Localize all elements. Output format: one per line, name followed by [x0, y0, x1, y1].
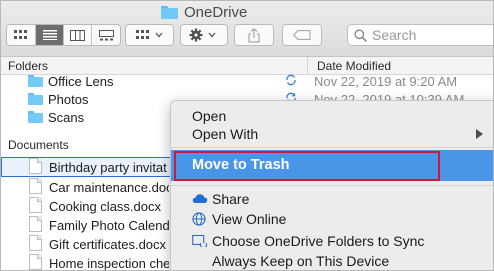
document-name: Cooking class.docx: [49, 199, 161, 214]
icon-grid-icon: [14, 30, 27, 39]
menu-separator: [171, 185, 493, 186]
menu-item-label: Always Keep on This Device: [212, 253, 390, 269]
menu-item-choose-folders[interactable]: Choose OneDrive Folders to Sync: [171, 231, 493, 251]
finder-window: OneDrive Search Folders Date Modified Of…: [0, 0, 494, 271]
menu-item-label: Choose OneDrive Folders to Sync: [212, 233, 425, 249]
group-by-dropdown[interactable]: [125, 24, 174, 46]
gallery-view-button[interactable]: [92, 25, 120, 45]
documents-section-title: Documents: [8, 138, 69, 152]
tags-button-group[interactable]: [282, 24, 322, 46]
menu-item-open-with[interactable]: Open With: [171, 124, 493, 144]
list-view-button[interactable]: [36, 25, 64, 45]
folder-date: Nov 22, 2019 at 9:20 AM: [314, 74, 458, 89]
document-row-selected[interactable]: Birthday party invitat: [1, 157, 171, 177]
folder-name: Office Lens: [48, 74, 114, 89]
sync-icon: [286, 74, 296, 86]
share-button-group[interactable]: [234, 24, 274, 46]
gallery-icon: [98, 29, 114, 40]
folder-icon: [28, 93, 43, 105]
folder-sync-icon: [192, 234, 207, 247]
group-by-button[interactable]: [126, 25, 173, 45]
context-menu: Open Open With Move to Trash Share View …: [170, 100, 493, 270]
action-dropdown[interactable]: [180, 24, 228, 46]
document-name: Birthday party invitat: [49, 160, 167, 175]
action-gear-button[interactable]: [181, 25, 227, 45]
document-icon: [29, 216, 42, 232]
search-field[interactable]: [347, 24, 493, 46]
document-name: Car maintenance.docx: [49, 180, 169, 195]
search-icon: [354, 28, 367, 42]
columns-icon: [70, 29, 85, 41]
onedrive-cloud-icon: [192, 194, 208, 203]
group-grid-icon: [135, 30, 162, 39]
share-icon: [248, 27, 260, 43]
submenu-arrow-icon: [476, 129, 483, 139]
tags-button[interactable]: [283, 25, 321, 45]
share-button[interactable]: [235, 25, 273, 45]
window-title: OneDrive: [161, 3, 247, 21]
folder-icon: [28, 111, 43, 123]
window-title-text: OneDrive: [184, 3, 248, 21]
menu-item-share[interactable]: Share: [171, 189, 493, 209]
menu-separator: [171, 147, 493, 148]
folder-row[interactable]: Office Lens Nov 22, 2019 at 9:20 AM: [1, 71, 493, 91]
menu-item-label: View Online: [212, 211, 287, 227]
document-icon: [29, 197, 42, 213]
document-name: Gift certificates.docx: [49, 237, 167, 252]
folder-name: Photos: [48, 92, 89, 107]
document-name: Family Photo Calenda: [49, 218, 169, 233]
globe-icon: [192, 212, 206, 226]
document-icon: [29, 178, 42, 194]
menu-item-label: Open: [192, 108, 227, 124]
menu-item-label: Open With: [192, 126, 259, 142]
menu-item-move-to-trash[interactable]: Move to Trash: [171, 150, 493, 181]
folder-icon: [161, 5, 178, 19]
menu-item-always-keep[interactable]: Always Keep on This Device: [171, 251, 493, 270]
folder-icon: [28, 75, 43, 87]
document-name: Home inspection che: [49, 256, 169, 271]
tag-icon: [293, 30, 311, 40]
column-view-button[interactable]: [64, 25, 92, 45]
document-icon: [29, 158, 42, 174]
toolbar: OneDrive: [1, 1, 493, 57]
gear-icon: [189, 28, 216, 42]
menu-item-view-online[interactable]: View Online: [171, 209, 493, 229]
document-icon: [29, 235, 42, 251]
menu-item-label: Share: [212, 191, 250, 207]
menu-item-open[interactable]: Open: [171, 106, 493, 126]
icon-view-button[interactable]: [7, 25, 36, 45]
annotation-highlight-box: [174, 151, 440, 181]
document-icon: [29, 254, 42, 270]
folder-name: Scans: [48, 110, 85, 125]
search-input[interactable]: [372, 27, 482, 43]
list-lines-icon: [42, 30, 57, 40]
view-mode-group: [6, 24, 121, 46]
